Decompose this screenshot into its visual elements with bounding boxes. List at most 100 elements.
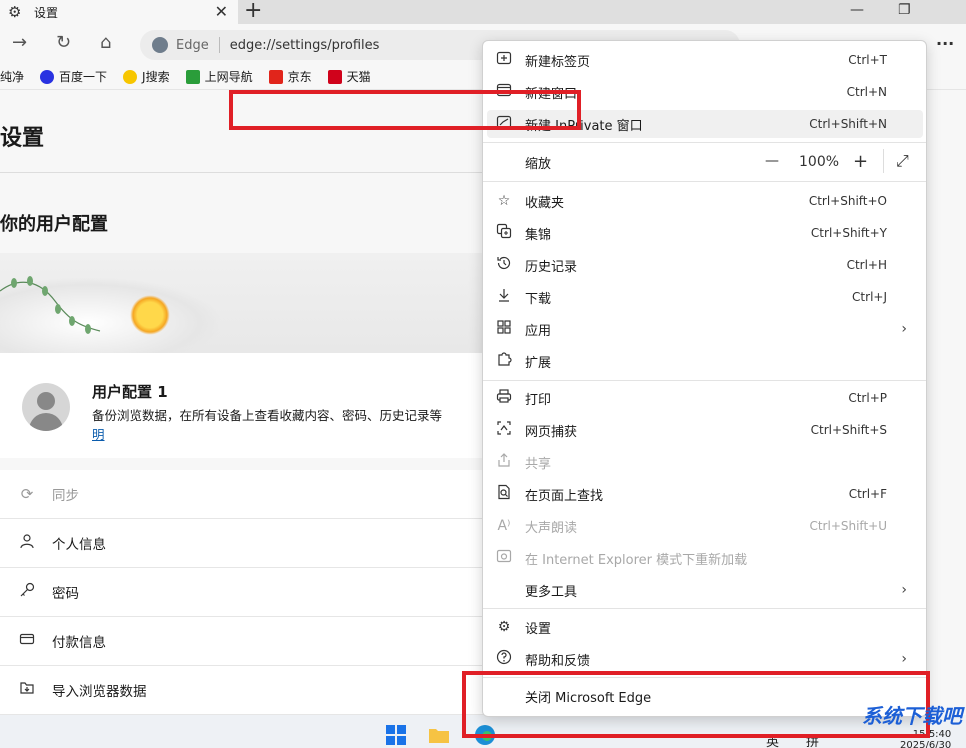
menu-item-extensions[interactable]: 扩展 [487,347,923,375]
chevron-right-icon: › [901,582,907,598]
list-item-import-data[interactable]: 导入浏览器数据 [0,666,500,715]
menu-item-read-aloud[interactable]: A⁾ 大声朗读 Ctrl+Shift+U [487,512,923,540]
chevron-right-icon: › [901,321,907,337]
menu-item-label: 新建标签页 [525,54,591,70]
menu-item-new-tab[interactable]: 新建标签页 Ctrl+T [487,46,923,74]
menu-item-favorites[interactable]: ☆ 收藏夹 Ctrl+Shift+O [487,187,923,215]
menu-item-print[interactable]: 打印 Ctrl+P [487,384,923,412]
menu-item-label: 在页面上查找 [525,488,604,504]
favorite-item[interactable]: 百度一下 [40,68,107,85]
favorites-star-icon: ☆ [497,193,511,209]
menu-item-history[interactable]: 历史记录 Ctrl+H [487,251,923,279]
history-icon [495,255,513,275]
favorite-item[interactable]: 上网导航 [185,68,253,85]
search-icon [123,69,138,84]
url-text[interactable]: edge://settings/profiles [230,38,380,53]
help-icon [495,649,513,669]
menu-item-shortcut: Ctrl+F [848,487,887,501]
favorite-item[interactable]: 天猫 [327,68,371,85]
sync-icon: ⟳ [20,485,34,503]
menu-item-label: 大声朗读 [525,520,578,536]
menu-item-label: 收藏夹 [525,195,565,211]
fullscreen-icon[interactable]: ⤢ [896,151,909,171]
watermark-logo: 系统下载吧 [862,704,962,728]
favorite-item[interactable]: 纯净 [0,68,24,85]
menu-item-label: 帮助和反馈 [525,653,591,669]
menu-item-shortcut: Ctrl+Shift+S [810,423,887,437]
menu-item-apps[interactable]: 应用 › [487,315,923,343]
chevron-right-icon: › [901,651,907,667]
menu-item-shortcut: Ctrl+N [846,85,887,99]
profile-card: 用户配置 1 备份浏览数据，在所有设备上查看收藏内容、密码、历史记录等 明 [0,253,500,458]
key-icon [18,582,36,602]
zoom-level: 100% [799,154,840,170]
list-item-payment-info[interactable]: 付款信息 [0,617,500,666]
zoom-in-button[interactable]: + [853,151,868,172]
menu-item-label: 打印 [525,392,552,408]
profile-learn-more-link[interactable]: 明 [92,424,105,443]
address-separator [218,37,220,53]
menu-item-label: 设置 [525,621,552,637]
forward-icon[interactable]: → [12,34,27,52]
menu-item-shortcut: Ctrl+T [848,53,887,67]
menu-item-label: 下载 [525,291,552,307]
menu-item-label: 网页捕获 [525,424,578,440]
web-capture-icon [495,420,513,440]
list-item-sync[interactable]: ⟳ 同步 [0,470,500,519]
favorite-item[interactable]: J搜索 [123,68,170,85]
profile-name: 用户配置 1 [92,383,168,401]
home-icon[interactable]: ⌂ [100,34,111,52]
menu-divider [483,142,926,143]
site-name: Edge [176,37,209,53]
menu-item-find-on-page[interactable]: 在页面上查找 Ctrl+F [487,480,923,508]
read-aloud-icon: A⁾ [497,518,511,534]
list-item-passwords[interactable]: 密码 [0,568,500,617]
sun-illustration [130,295,170,335]
refresh-icon[interactable]: ↻ [56,34,71,52]
windows-start-icon[interactable] [385,724,407,746]
menu-item-web-capture[interactable]: 网页捕获 Ctrl+Shift+S [487,416,923,444]
tab-settings[interactable]: ⚙ 设置 ✕ [0,0,238,24]
menu-item-settings[interactable]: ⚙ 设置 [487,613,923,641]
minimize-button[interactable]: — [850,2,864,18]
avatar [22,383,70,431]
menu-item-label: 共享 [525,456,552,472]
settings-more-button[interactable]: ··· [936,34,954,53]
list-item-label: 导入浏览器数据 [52,684,147,700]
menu-item-shortcut: Ctrl+J [852,290,887,304]
favorite-label: 上网导航 [204,70,253,84]
list-item-label: 同步 [52,488,79,504]
menu-divider [483,380,926,381]
favorite-label: 天猫 [346,70,371,84]
menu-item-help-and-feedback[interactable]: 帮助和反馈 › [487,645,923,673]
menu-item-shortcut: Ctrl+P [848,391,887,405]
favorite-item[interactable]: 京东 [268,68,312,85]
list-item-label: 付款信息 [52,635,106,651]
close-tab-icon[interactable]: ✕ [215,2,228,21]
file-explorer-icon[interactable] [428,724,450,746]
menu-item-collections[interactable]: 集锦 Ctrl+Shift+Y [487,219,923,247]
tmall-icon [327,69,342,84]
share-icon [495,452,513,472]
menu-item-more-tools[interactable]: 更多工具 › [487,576,923,604]
list-item-personal-info[interactable]: 个人信息 [0,519,500,568]
favorite-label: 百度一下 [59,70,108,84]
printer-icon [495,388,513,408]
gear-icon: ⚙ [497,619,511,635]
zoom-out-button[interactable]: — [765,153,779,169]
new-tab-button[interactable]: + [244,0,262,23]
list-item-label: 密码 [52,586,79,602]
menu-item-downloads[interactable]: 下载 Ctrl+J [487,283,923,311]
menu-item-share[interactable]: 共享 [487,448,923,476]
menu-divider [483,181,926,182]
tab-strip: ⚙ 设置 ✕ + — ❐ [0,0,966,24]
menu-item-ie-mode-reload[interactable]: 在 Internet Explorer 模式下重新加载 [487,544,923,572]
divider [0,172,500,173]
ie-mode-icon [495,548,513,568]
menu-item-label: 历史记录 [525,259,578,275]
restore-button[interactable]: ❐ [898,2,911,18]
menu-item-shortcut: Ctrl+Shift+O [808,194,887,208]
profile-banner [0,253,500,353]
find-on-page-icon [495,484,513,504]
profile-description: 备份浏览数据，在所有设备上查看收藏内容、密码、历史记录等 [92,408,443,423]
